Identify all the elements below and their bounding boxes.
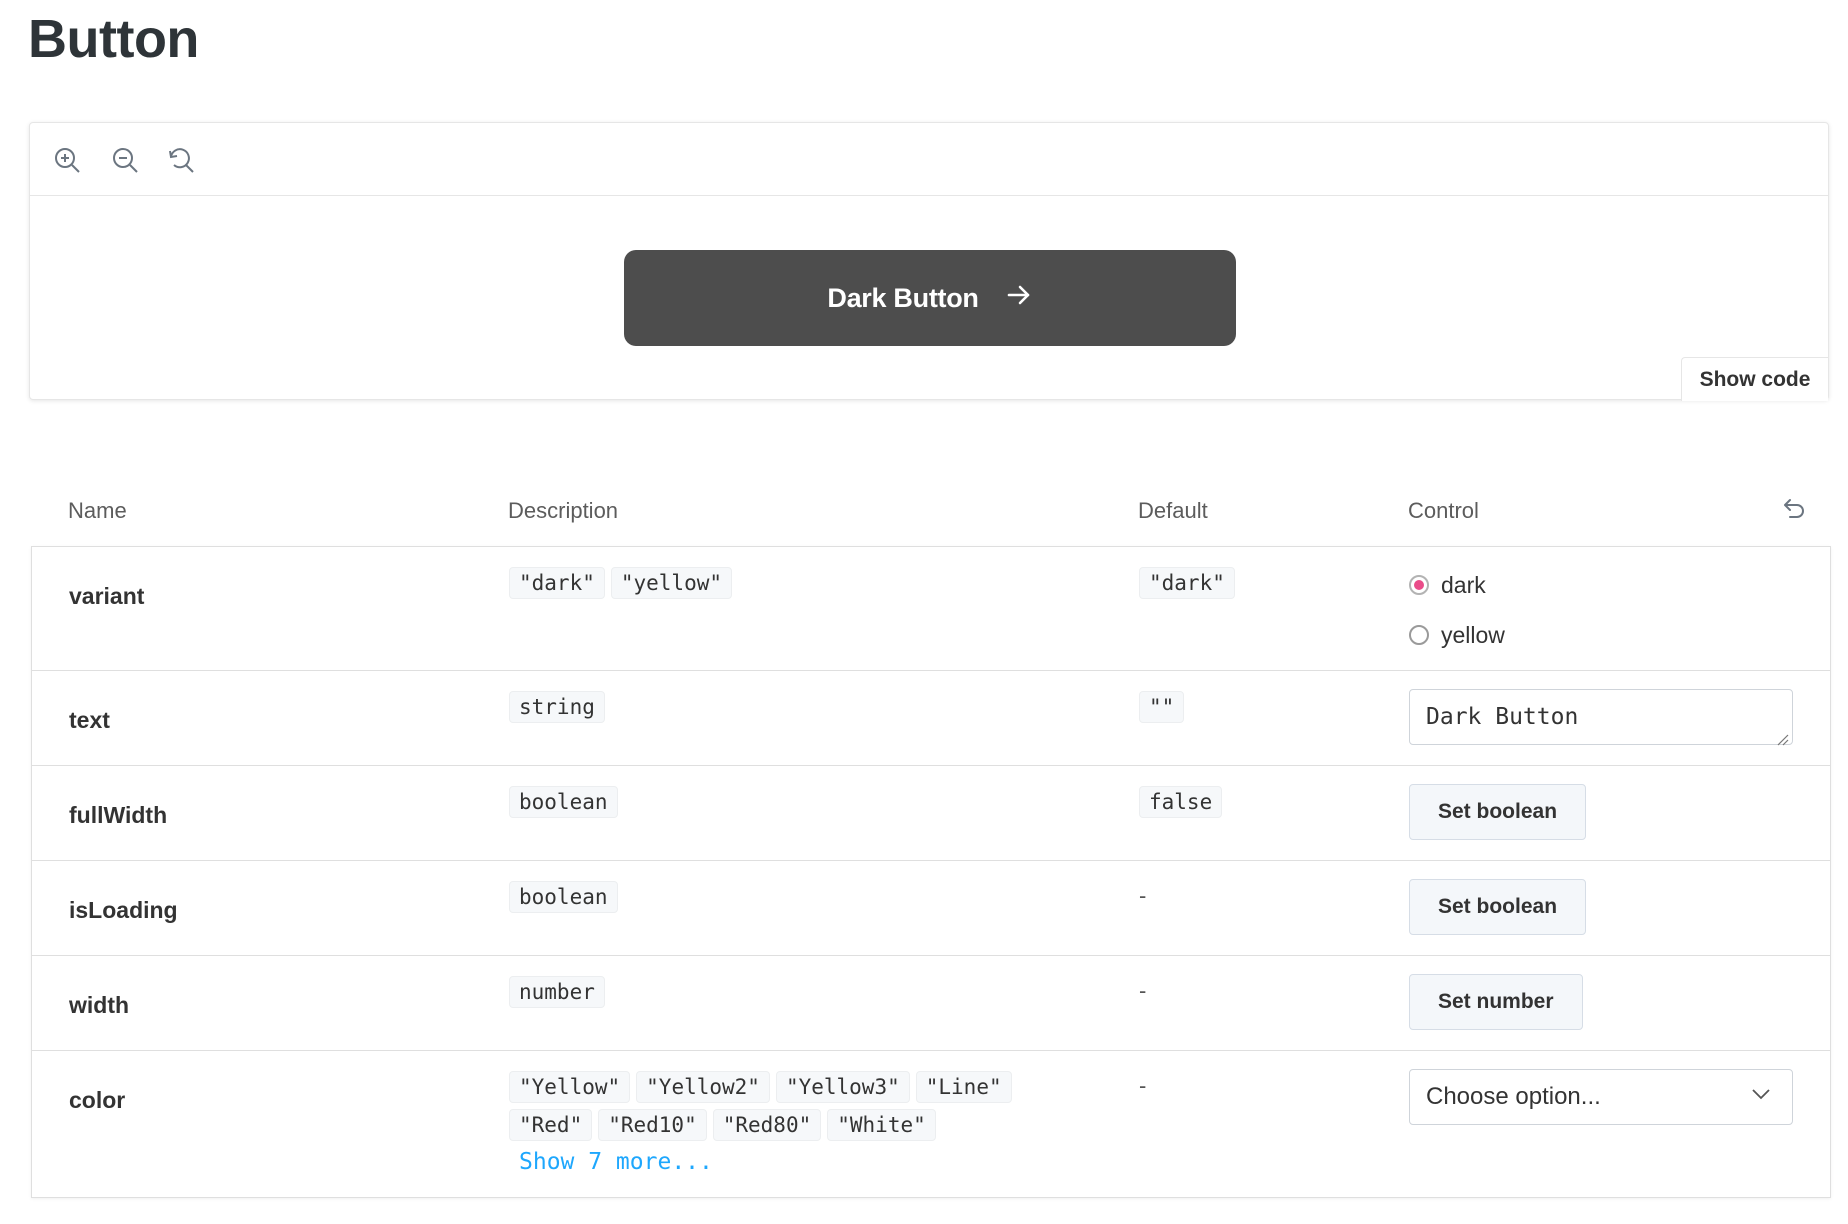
header-control: Control [1408,498,1479,523]
arg-name: color [69,1087,126,1113]
type-pill: "dark" [509,567,605,599]
canvas-toolbar [30,123,1828,196]
header-name: Name [68,498,127,523]
arg-default: - [1139,883,1147,908]
type-pill: "Red80" [712,1109,822,1141]
zoom-in-icon[interactable] [52,145,82,175]
default-pill: "dark" [1139,567,1235,599]
text-input[interactable] [1409,689,1793,745]
undo-icon[interactable] [1778,496,1808,526]
arg-description: boolean [509,786,1049,824]
arg-description: string [509,691,1049,729]
table-row: text string "" [32,671,1830,766]
table-row: isLoading boolean - Set boolean [32,861,1830,956]
table-row: fullWidth boolean false Set boolean [32,766,1830,861]
default-pill: "" [1139,691,1185,723]
type-pill: "yellow" [610,567,733,599]
dark-button[interactable]: Dark Button [624,250,1236,346]
preview-stage: Dark Button Show code [30,196,1828,401]
header-default: Default [1138,498,1208,523]
header-description: Description [508,498,619,523]
show-code-button[interactable]: Show code [1681,357,1828,401]
arrow-right-icon [1005,281,1033,316]
arg-description: boolean [509,881,1049,919]
type-pill: "White" [827,1109,936,1141]
type-pill: string [509,691,605,723]
chevron-down-icon [1750,1083,1772,1112]
radio-label: yellow [1441,621,1505,648]
radio-group-variant: dark yellow [1409,570,1505,670]
type-pill: "Yellow3" [775,1071,910,1103]
set-boolean-button[interactable]: Set boolean [1409,879,1587,935]
arg-default: false [1139,786,1228,824]
args-table-header: Name Description Default Control [30,490,1830,530]
arg-default: "" [1139,691,1190,729]
text-control [1409,689,1793,750]
type-pill: boolean [509,881,618,913]
arg-description: "dark" "yellow" [509,567,1049,605]
type-pill: "Red" [509,1109,593,1141]
arg-default: - [1139,978,1147,1003]
dark-button-label: Dark Button [827,282,979,313]
table-row: color "Yellow" "Yellow2" "Yellow3" "Line" "… [32,1051,1830,1199]
arg-default: "dark" [1139,567,1241,605]
set-number-button[interactable]: Set number [1409,974,1583,1030]
arg-name: variant [69,583,145,609]
boolean-control: Set boolean [1409,879,1587,935]
set-boolean-button[interactable]: Set boolean [1409,784,1587,840]
arg-name: text [69,707,110,733]
select-control: Choose option... [1409,1069,1793,1125]
table-row: variant "dark" "yellow" "dark" dark yello… [32,547,1830,671]
zoom-reset-icon[interactable] [166,145,196,175]
arg-name: width [69,992,130,1018]
arg-description: number [509,976,1049,1014]
type-pill: number [509,976,605,1008]
radio-option-dark[interactable]: dark [1409,570,1505,600]
radio-label: dark [1441,571,1486,598]
table-row: width number - Set number [32,956,1830,1051]
number-control: Set number [1409,974,1583,1030]
resize-handle-icon[interactable] [1777,734,1789,746]
page-title: Button [28,9,199,69]
args-table: variant "dark" "yellow" "dark" dark yello… [31,546,1831,1198]
color-select[interactable]: Choose option... [1409,1069,1793,1125]
arg-description: "Yellow" "Yellow2" "Yellow3" "Line" "Red" "R… [509,1071,1049,1175]
arg-name: fullWidth [69,802,168,828]
radio-button-checked[interactable] [1409,575,1429,595]
radio-option-yellow[interactable]: yellow [1409,620,1505,650]
canvas-preview: Dark Button Show code [29,122,1829,401]
type-pill: "Line" [915,1071,1012,1103]
type-pill: "Yellow2" [636,1071,770,1103]
arg-name: isLoading [69,897,178,923]
show-more-link[interactable]: Show 7 more... [519,1149,713,1175]
type-pill: boolean [509,786,618,818]
boolean-control: Set boolean [1409,784,1587,840]
default-pill: false [1139,786,1223,818]
select-placeholder: Choose option... [1426,1083,1601,1110]
type-pill: "Yellow" [509,1071,631,1103]
arg-default: - [1139,1073,1147,1098]
zoom-out-icon[interactable] [110,145,140,175]
type-pill: "Red10" [598,1109,707,1141]
radio-button[interactable] [1409,625,1429,645]
